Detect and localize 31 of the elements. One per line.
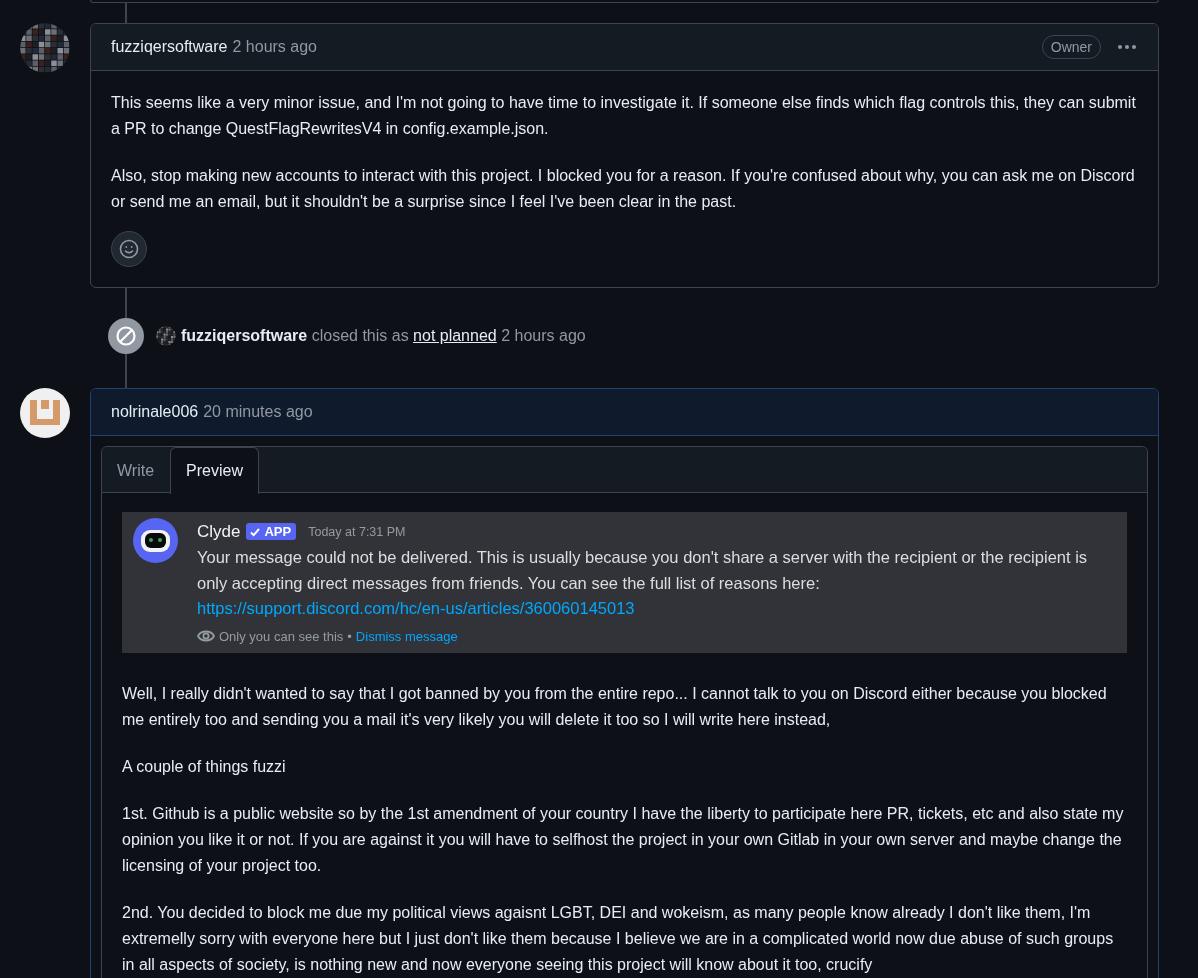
bot-avatar bbox=[133, 518, 178, 563]
add-reaction-button[interactable] bbox=[111, 231, 147, 267]
message-time: Today at 7:31 PM bbox=[308, 524, 406, 539]
comment-paragraph: Well, I really didn't wanted to say that I got banned by you from the entire repo... I cannot talk to you on Discord either because you blocked me entirely too and sending you a mail it's very likely you will delete it too so I will write here instead, bbox=[122, 683, 1108, 730]
comment-paragraph: A couple of things fuzzi bbox=[122, 756, 287, 777]
timestamp[interactable]: 20 minutes ago bbox=[203, 403, 313, 421]
smiley-icon bbox=[119, 239, 139, 259]
separator: • bbox=[347, 628, 352, 644]
visibility-note: Only you can see this bbox=[219, 628, 344, 644]
tag-label: APP bbox=[264, 524, 292, 539]
bot-name: Clyde bbox=[197, 521, 241, 542]
avatar[interactable] bbox=[20, 388, 70, 438]
comment-paragraph: Also, stop making new accounts to interact with this project. I blocked you for a reason. If you're confused about why, you can ask me on Discord or send me an email, but it shouldn't be a surprise since I feel I've been clear in the past. bbox=[111, 166, 1136, 212]
timestamp[interactable]: 2 hours ago bbox=[232, 38, 317, 56]
more-icon bbox=[1118, 45, 1136, 49]
support-link[interactable]: https://support.discord.com/hc/en-us/articles/360060145013 bbox=[197, 596, 635, 622]
eye-icon bbox=[197, 629, 215, 643]
author-link[interactable]: fuzziqersoftware bbox=[111, 38, 228, 56]
comment-paragraph: 2nd. You decided to block me due my political views agaisnt LGBT, DEI and wokeism, as many people know already I don't like them, I'm extremelly sorry with everyone here but I just don't like them because I believe we are in a complicated world now due abuse of such groups in all aspects of society, is nothing new and now everyone seeing this project will know about it too, crucify bbox=[122, 902, 1115, 975]
message-text: Your message could not be delivered. This is usually because you don't share a server with the recipient or the recipient is only accepting direct messages from friends. You can see the full list of reasons here: bbox=[197, 547, 1089, 594]
comment-paragraph: This seems like a very minor issue, and I'm not going to have time to investigate it. If someone else finds which flag controls this, they can submit a PR to change QuestFlagRewritesV4 in config.example.json. bbox=[111, 93, 1137, 139]
event-text: fuzziqersoftware closed this as not planned 2 hours ago bbox=[181, 327, 586, 345]
avatar[interactable] bbox=[20, 23, 70, 73]
avatar[interactable] bbox=[156, 326, 176, 346]
dismiss-link[interactable]: Dismiss message bbox=[355, 628, 458, 644]
editor-tab[interactable]: Preview bbox=[170, 447, 259, 494]
author-link[interactable]: nolrinale006 bbox=[111, 403, 199, 421]
circle-slash-icon bbox=[108, 318, 144, 354]
editor-tab[interactable]: Write bbox=[102, 447, 171, 493]
comment-paragraph: 1st. Github is a public website so by the 1st amendment of your country I have the liberty to participate here PR, tickets, etc and also state my opinion you like it or not. If you are against it you will have to selfhost the project in your own Gitlab in your own server and maybe change the licensing of your project too. bbox=[122, 803, 1125, 876]
close-reason-link[interactable]: not planned bbox=[413, 327, 497, 344]
